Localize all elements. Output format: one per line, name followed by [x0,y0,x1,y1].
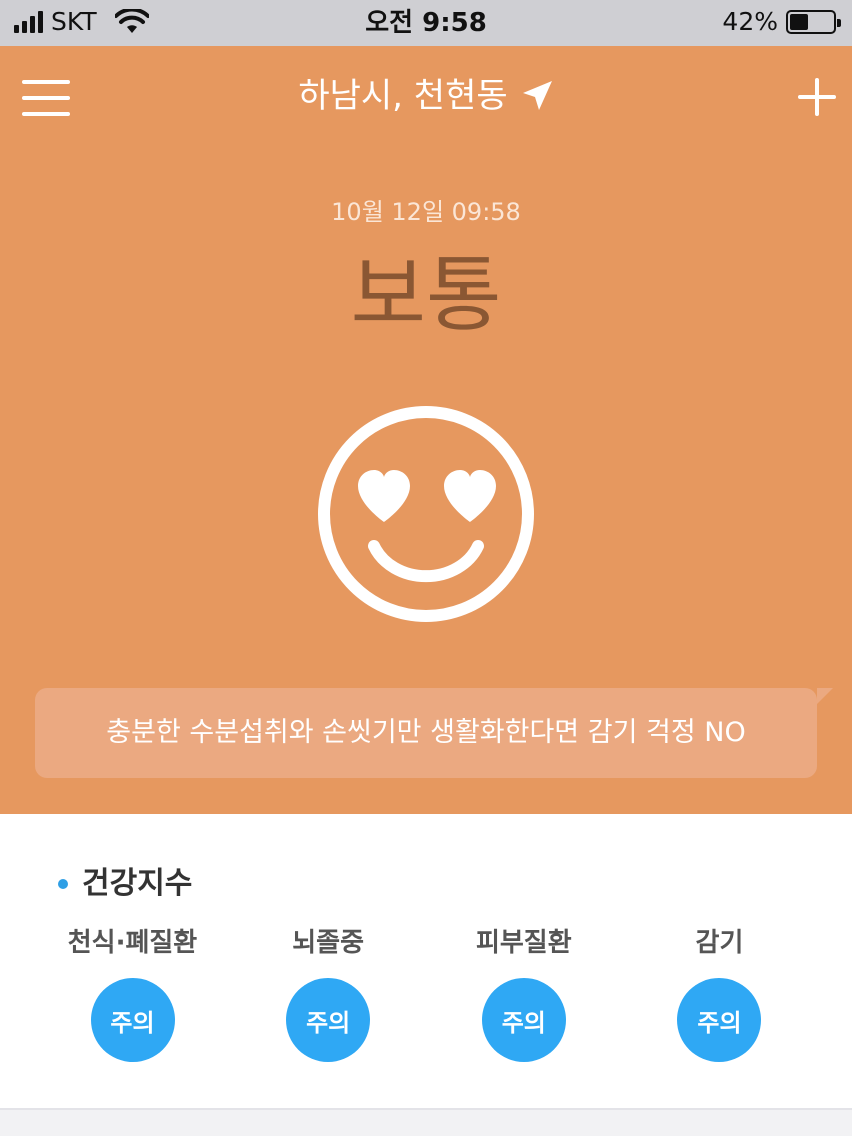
health-index-list: 천식·폐질환 주의 뇌졸중 주의 피부질환 주의 감기 주의 [35,926,817,1062]
index-label: 뇌졸중 [292,928,365,958]
location-label: 하남시, 천현동 [298,76,508,116]
section-title: 건강지수 [82,866,193,901]
index-label: 천식·폐질환 [67,928,198,958]
index-label: 피부질환 [475,928,572,958]
observation-datetime: 10월 12일 09:58 [331,198,521,226]
bottom-divider [0,1108,852,1136]
weather-hero: 하남시, 천현동 10월 12일 09:58 보통 충분한 수분섭취와 손씻기만… [0,46,852,814]
index-item-skin: 피부질환 주의 [426,926,621,1062]
plus-icon[interactable] [796,76,838,118]
health-tip-bubble: 충분한 수분섭취와 손씻기만 생활화한다면 감기 걱정 NO [35,688,833,778]
air-quality-grade: 보통 [350,248,502,343]
bullet-dot-icon [58,879,68,889]
section-header: 건강지수 [58,866,192,902]
index-status-badge[interactable]: 주의 [481,978,566,1062]
location-selector[interactable]: 하남시, 천현동 [0,74,852,118]
index-item-stroke: 뇌졸중 주의 [231,926,426,1062]
health-index-section: 건강지수 천식·폐질환 주의 뇌졸중 주의 피부질환 주의 감기 주의 [0,814,852,1114]
index-status-badge[interactable]: 주의 [677,978,762,1062]
battery-fill [790,14,808,30]
battery-nub [837,19,841,27]
health-tip-text: 충분한 수분섭취와 손씻기만 생활화한다면 감기 걱정 NO [106,717,746,748]
battery-icon [786,10,841,34]
index-label: 감기 [695,928,744,958]
index-status-badge[interactable]: 주의 [90,978,175,1062]
battery-percent: 42% [722,7,778,36]
location-arrow-icon [522,81,552,110]
index-status-badge[interactable]: 주의 [286,978,371,1062]
status-bar: SKT 오전 9:58 42% [0,0,852,46]
index-item-cold: 감기 주의 [622,926,817,1062]
index-item-asthma: 천식·폐질환 주의 [35,926,230,1062]
status-right: 42% [722,7,841,36]
heart-eyes-smiley-icon [318,406,534,622]
